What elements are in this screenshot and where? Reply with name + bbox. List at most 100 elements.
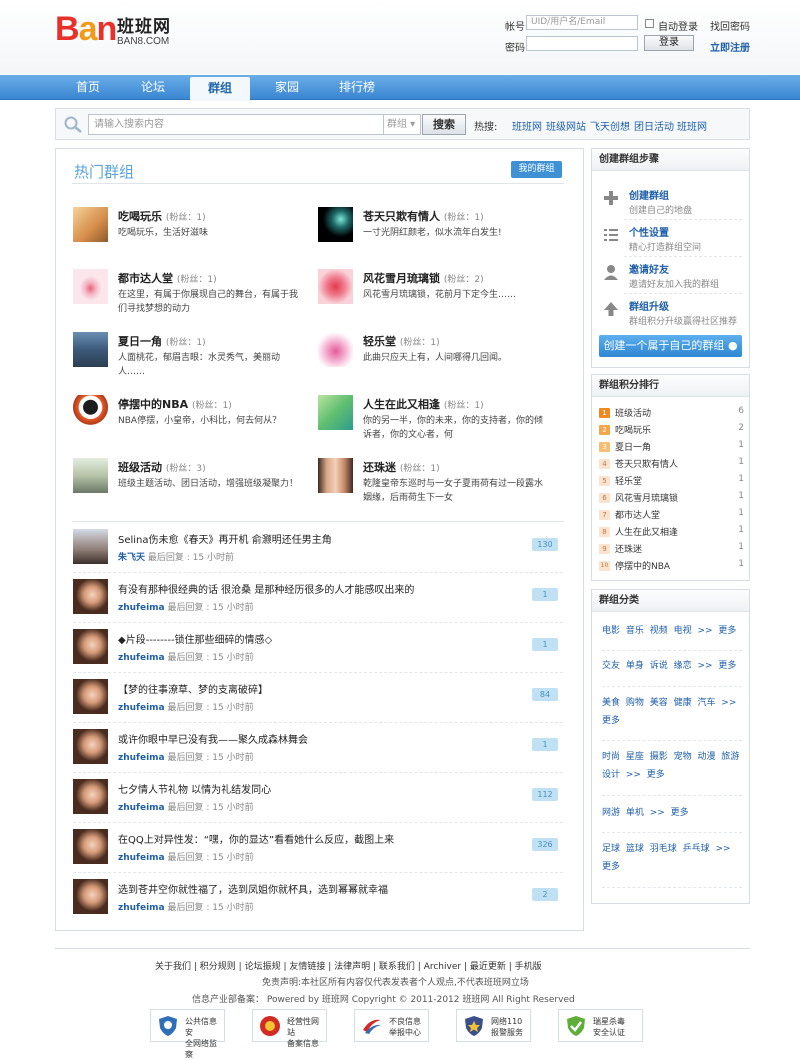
rank-group-name[interactable]: 苍天只欺有情人 [615,457,678,470]
nav-item-home-space[interactable]: 家园 [257,75,317,100]
footer-link[interactable]: 论坛振规 [245,962,281,972]
topic-user[interactable]: zhufeima [118,903,165,913]
hot-tag[interactable]: 班级网站 [546,118,586,133]
rank-group-name[interactable]: 轻乐堂 [615,474,642,487]
nav-item-groups[interactable]: 群组 [190,77,250,101]
rank-group-name[interactable]: 夏日一角 [615,440,651,453]
hot-tag[interactable]: 班班网 [512,118,542,133]
topic-title[interactable]: ◆片段--------锁住那些细碎的情感◇ [118,631,272,646]
register-link[interactable]: 立即注册 [710,39,750,54]
auto-login-checkbox[interactable] [645,19,654,28]
rank-group-name[interactable]: 停摆中的NBA [615,559,670,572]
group-name[interactable]: 班级活动 (粉丝：3) [118,459,206,475]
topic-row[interactable]: ◆片段--------锁住那些细碎的情感◇ zhufeima 最后回复 : 15… [73,629,563,678]
topic-user[interactable]: zhufeima [118,653,165,663]
icp-badge[interactable]: 经营性网站 备案信息 [252,1009,327,1048]
group-card[interactable]: 班级活动 (粉丝：3) 班级主题活动、团日活动，增强班级凝聚力！ [73,458,313,514]
ranking-row[interactable]: 7 都市达人堂 1 [599,507,744,523]
search-input[interactable]: 请输入搜索内容 [88,114,384,135]
create-group-button[interactable]: 创建一个属于自己的群组 ● [599,335,742,357]
rank-group-name[interactable]: 还珠迷 [615,542,642,555]
group-name[interactable]: 轻乐堂 (粉丝：1) [363,333,440,349]
hot-tag[interactable]: 班班网 [677,118,707,133]
topic-row[interactable]: 七夕情人节礼物 以情为礼结发同心 zhufeima 最后回复 : 15 小时前 … [73,779,563,828]
topic-row[interactable]: 【梦的往事潦草、梦的支离破碎】 zhufeima 最后回复 : 15 小时前 8… [73,679,563,728]
rank-group-name[interactable]: 班级活动 [615,406,651,419]
topic-title[interactable]: 有没有那种很经典的话 很沧桑 是那种经历很多的人才能感叹出来的 [118,581,414,596]
footer-link[interactable]: 联系我们 [379,962,415,972]
ranking-row[interactable]: 4 苍天只欺有情人 1 [599,456,744,472]
topic-user[interactable]: zhufeima [118,703,165,713]
category-row[interactable]: 时尚 星座 摄影 宠物 动漫 旅游 设计 >> 更多 [602,748,742,784]
topic-row[interactable]: Selina伤未愈《春天》再开机 俞灏明还任男主角 朱飞天 最后回复 : 15 … [73,529,563,578]
my-groups-button[interactable]: 我的群组 [511,161,562,178]
ranking-row[interactable]: 10 停摆中的NBA 1 [599,558,744,574]
ranking-row[interactable]: 3 夏日一角 1 [599,439,744,455]
category-row[interactable]: 电影 音乐 视频 电视 >> 更多 [602,622,742,640]
group-name[interactable]: 吃喝玩乐 (粉丝：1) [118,208,206,224]
category-row[interactable]: 足球 篮球 羽毛球 乒乓球 >> 更多 [602,840,742,876]
topic-title[interactable]: Selina伤未愈《春天》再开机 俞灏明还任男主角 [118,531,332,546]
rank-group-name[interactable]: 吃喝玩乐 [615,423,651,436]
auto-login-label[interactable]: 自动登录 [658,18,698,33]
category-row[interactable]: 美食 购物 美容 健康 汽车 >> 更多 [602,694,742,730]
topic-row[interactable]: 在QQ上对异性发：“嘿，你的显达”看看她什么反应，截图上来 zhufeima 最… [73,829,563,878]
group-card[interactable]: 夏日一角 (粉丝：1) 人面桃花，郁眉吉眼：水灵秀气，美丽动人…… [73,332,313,388]
ranking-row[interactable]: 2 吃喝玩乐 2 [599,422,744,438]
group-name[interactable]: 都市达人堂 (粉丝：1) [118,270,217,286]
group-name[interactable]: 停摆中的NBA (粉丝：1) [118,396,232,412]
ranking-row[interactable]: 6 风花雪月琉璃锁 1 [599,490,744,506]
step-personalize[interactable]: 个性设置 精心打造群组空间 [592,220,749,256]
step-upgrade[interactable]: 群组升级 群组积分升级赢得社区推荐 [592,294,749,330]
account-input[interactable]: UID/用户名/Email [526,15,638,30]
ranking-row[interactable]: 5 轻乐堂 1 [599,473,744,489]
footer-link[interactable]: 法律声明 [334,962,370,972]
topic-title[interactable]: 【梦的往事潦草、梦的支离破碎】 [118,681,268,696]
ranking-row[interactable]: 8 人生在此又相逢 1 [599,524,744,540]
topic-user[interactable]: zhufeima [118,853,165,863]
nav-item-ranking[interactable]: 排行榜 [327,75,387,100]
rank-group-name[interactable]: 风花雪月琉璃锁 [615,491,678,504]
topic-title[interactable]: 或许你眼中早已没有我——聚久成森林舞会 [118,731,308,746]
group-card[interactable]: 风花雪月琉璃锁 (粉丝：2) 风花雪月琉璃锁，花前月下定今生…… [318,269,558,325]
topic-row[interactable]: 选到苍井空你就性福了，选到凤姐你就杯具，选到幂幂就幸福 zhufeima 最后回… [73,879,563,928]
search-scope-select[interactable]: 群组 ▾ [384,114,421,135]
site-logo[interactable]: Ban 班班网 BAN8.COM [55,12,185,56]
ranking-row[interactable]: 1 班级活动 6 [599,405,744,421]
topic-title[interactable]: 在QQ上对异性发：“嘿，你的显达”看看她什么反应，截图上来 [118,831,394,846]
rank-group-name[interactable]: 人生在此又相逢 [615,525,678,538]
group-card[interactable]: 苍天只欺有情人 (粉丝：1) 一寸光阴红颜老，似水流年白发生! [318,207,558,263]
group-card[interactable]: 人生在此又相逢 (粉丝：1) 你的另一半，你的未来，你的支持者，你的倾诉者，你的… [318,395,558,451]
nav-item-forum[interactable]: 论坛 [123,75,183,100]
group-card[interactable]: 都市达人堂 (粉丝：1) 在这里，有属于你展现自己的舞台，有属于我们寻找梦想的动… [73,269,313,325]
footer-link[interactable]: 友情链接 [289,962,325,972]
password-input[interactable] [526,36,638,51]
topic-title[interactable]: 七夕情人节礼物 以情为礼结发同心 [118,781,271,796]
group-card[interactable]: 停摆中的NBA (粉丝：1) NBA停摆，小皇帝，小科比，何去何从？ [73,395,313,451]
topic-row[interactable]: 或许你眼中早已没有我——聚久成森林舞会 zhufeima 最后回复 : 15 小… [73,729,563,778]
topic-user[interactable]: zhufeima [118,803,165,813]
group-card[interactable]: 吃喝玩乐 (粉丝：1) 吃喝玩乐，生活好滋味 [73,207,313,263]
ranking-row[interactable]: 9 还珠迷 1 [599,541,744,557]
topic-user[interactable]: zhufeima [118,753,165,763]
forgot-password-link[interactable]: 找回密码 [710,18,750,33]
login-button[interactable]: 登录 [644,35,694,51]
group-name[interactable]: 夏日一角 (粉丝：1) [118,333,206,349]
footer-link[interactable]: 关于我们 [155,962,191,972]
antivirus-badge[interactable]: 瑞星杀毒 安全认证 [558,1009,643,1042]
topic-user[interactable]: 朱飞天 [118,553,145,563]
group-name[interactable]: 还珠迷 (粉丝：1) [363,459,440,475]
group-name[interactable]: 人生在此又相逢 (粉丝：1) [363,396,484,412]
category-row[interactable]: 网游 单机 >> 更多 [602,804,742,822]
security-badge[interactable]: 公共信息安 全网络监察 [150,1009,225,1059]
group-card[interactable]: 还珠迷 (粉丝：1) 乾隆皇帝东巡时与一女子夏雨荷有过一段露水姻缘，后雨荷生下一… [318,458,558,514]
group-name[interactable]: 风花雪月琉璃锁 (粉丝：2) [363,270,484,286]
hot-tag[interactable]: 团日活动 [634,118,674,133]
topic-title[interactable]: 选到苍井空你就性福了，选到凤姐你就杯具，选到幂幂就幸福 [118,881,388,896]
step-invite[interactable]: 邀请好友 邀请好友加入我的群组 [592,257,749,293]
footer-link[interactable]: 手机版 [515,962,542,972]
hot-tag[interactable]: 飞天创想 [590,118,630,133]
category-row[interactable]: 交友 单身 诉说 缘恋 >> 更多 [602,657,742,675]
search-button[interactable]: 搜索 [422,114,466,135]
nav-item-home[interactable]: 首页 [58,75,118,100]
